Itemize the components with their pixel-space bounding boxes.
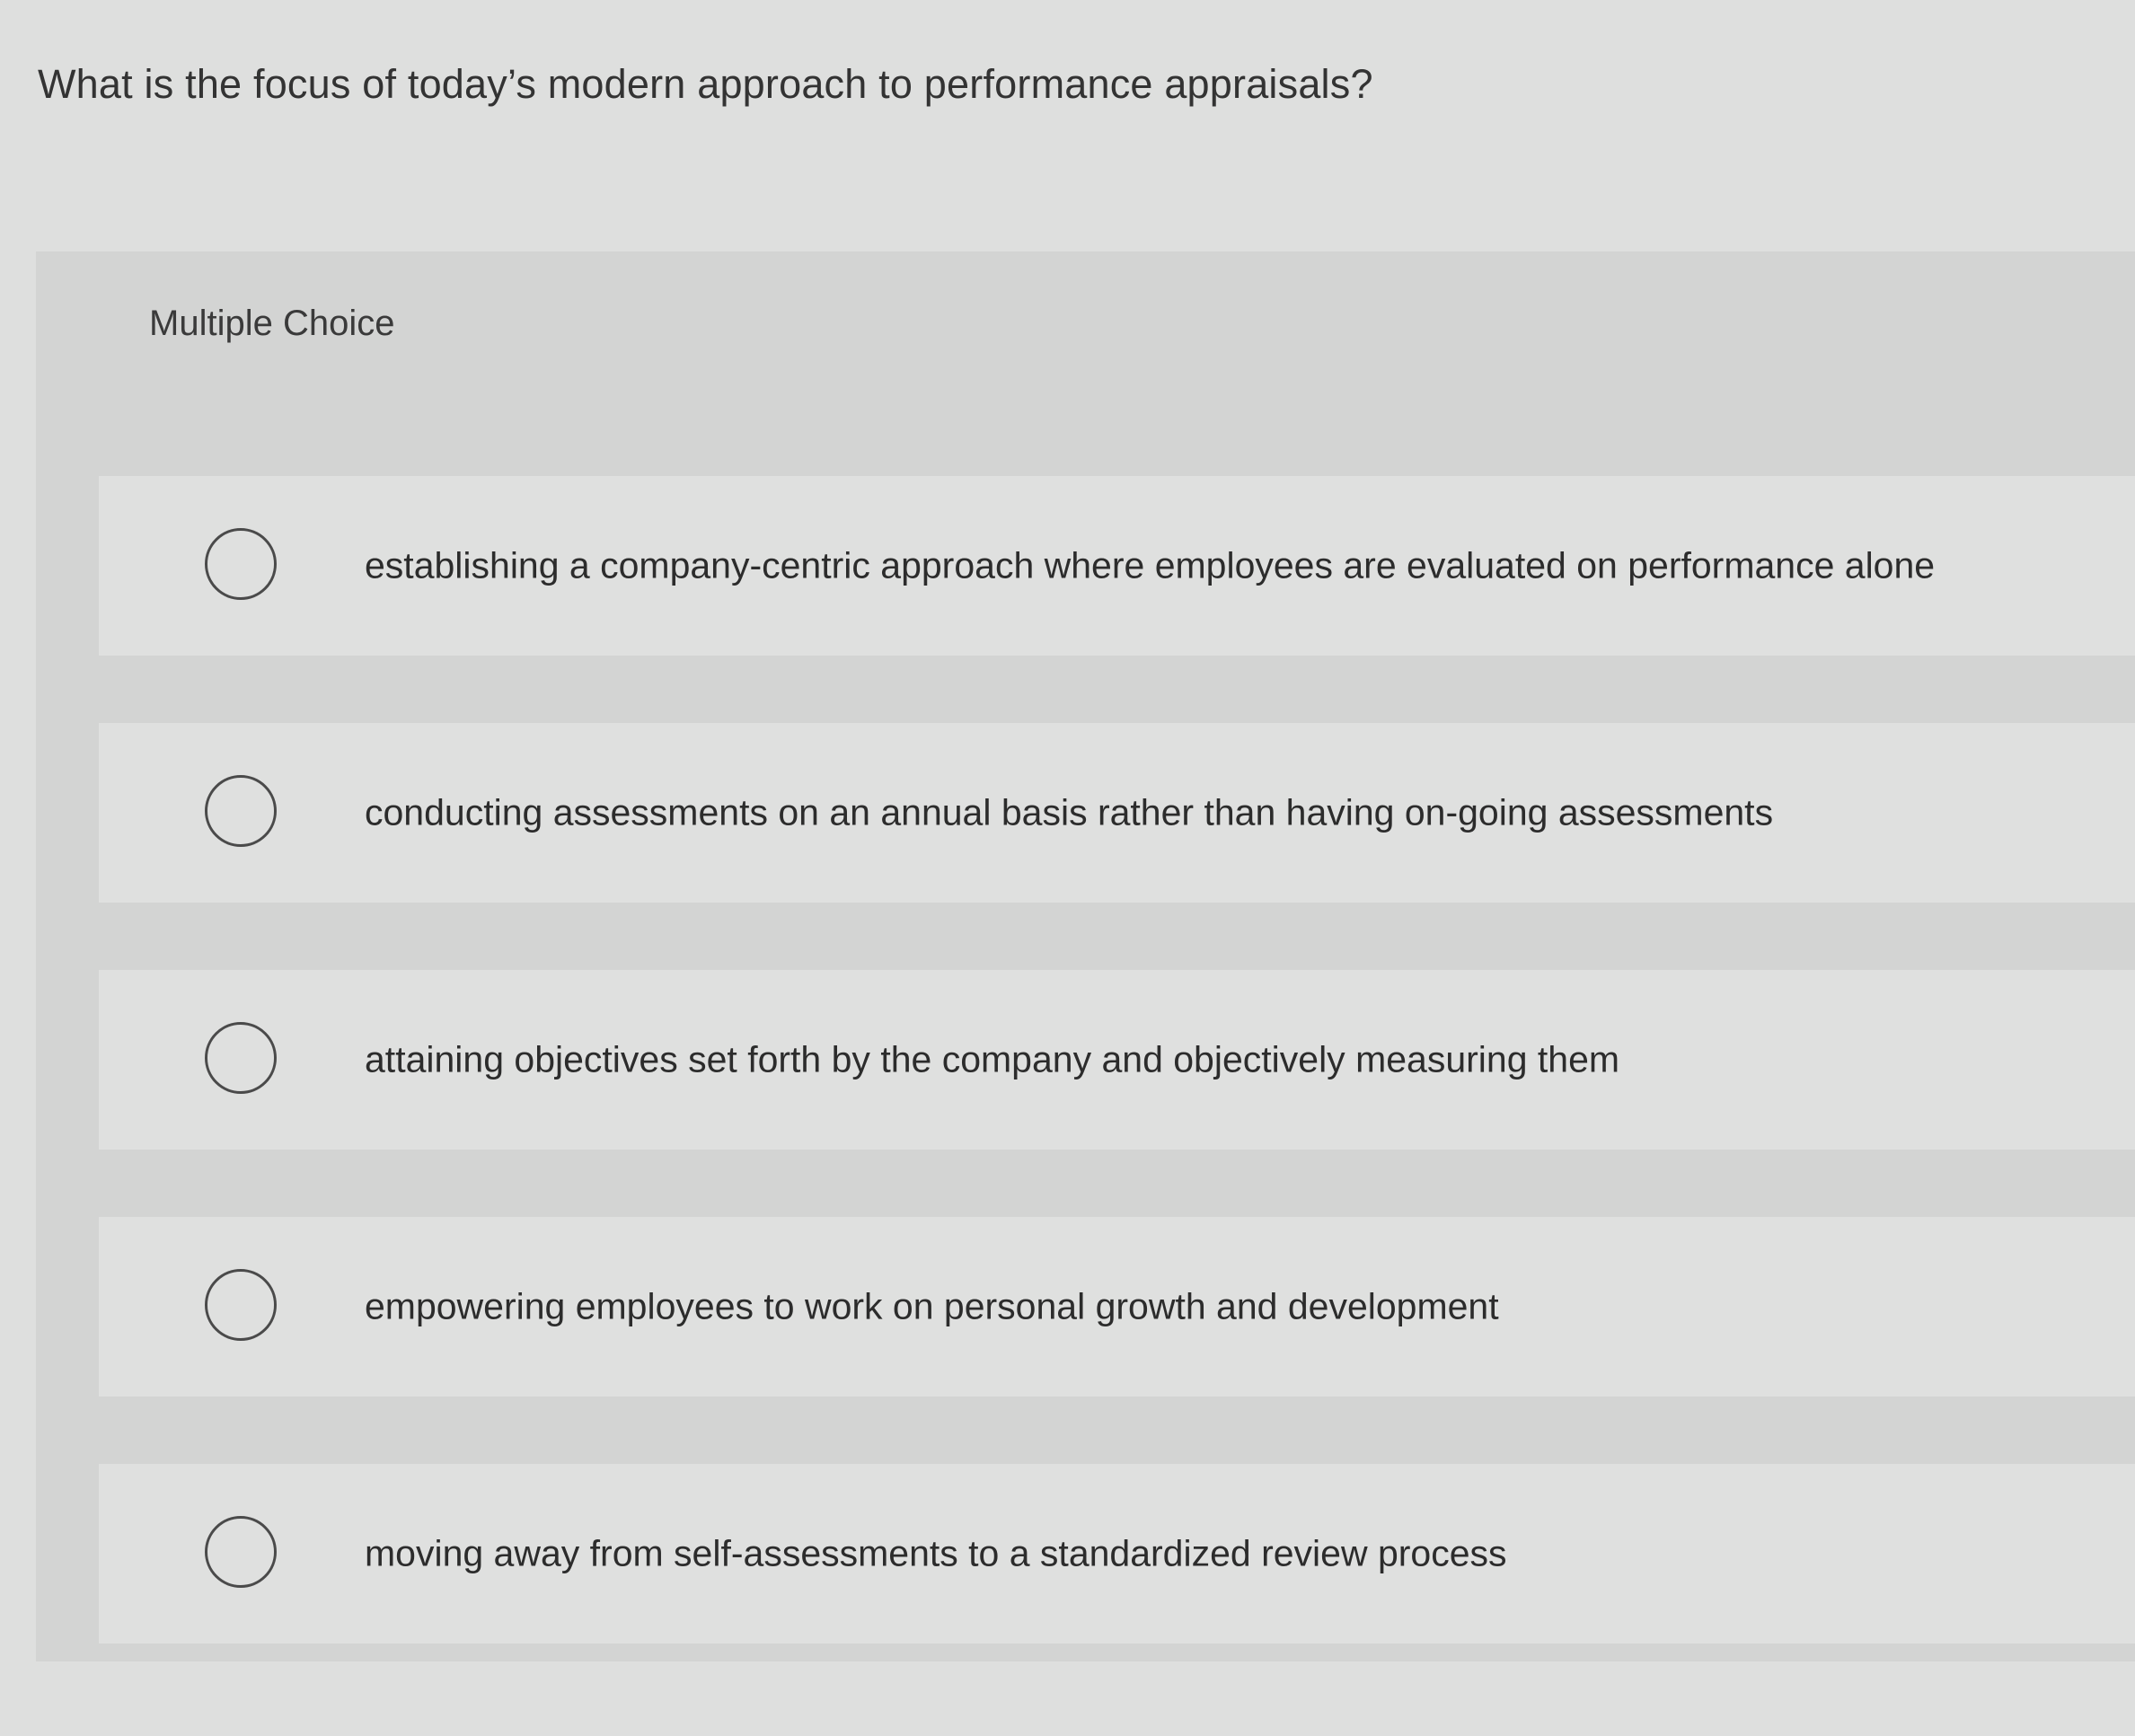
answer-option[interactable]: empowering employees to work on personal…	[99, 1217, 2135, 1397]
answer-option-label: empowering employees to work on personal…	[365, 1285, 1499, 1327]
radio-button[interactable]	[205, 1516, 277, 1588]
answer-option-label: conducting assessments on an annual basi…	[365, 791, 1774, 833]
answer-option[interactable]: conducting assessments on an annual basi…	[99, 723, 2135, 903]
answer-option[interactable]: attaining objectives set forth by the co…	[99, 970, 2135, 1150]
question-text: What is the focus of today’s modern appr…	[38, 61, 1373, 107]
radio-button[interactable]	[205, 1269, 277, 1341]
answer-option-label: moving away from self-assessments to a s…	[365, 1532, 1507, 1574]
radio-button[interactable]	[205, 1022, 277, 1094]
question-type-label: Multiple Choice	[149, 304, 395, 343]
panel-header: Multiple Choice	[36, 251, 2135, 395]
multiple-choice-panel: Multiple Choice establishing a company-c…	[36, 251, 2135, 1661]
answer-option-label: establishing a company-centric approach …	[365, 544, 1936, 586]
radio-button[interactable]	[205, 528, 277, 600]
answer-option-label: attaining objectives set forth by the co…	[365, 1038, 1620, 1080]
answer-option[interactable]: moving away from self-assessments to a s…	[99, 1464, 2135, 1643]
answer-option[interactable]: establishing a company-centric approach …	[99, 476, 2135, 656]
radio-button[interactable]	[205, 775, 277, 847]
